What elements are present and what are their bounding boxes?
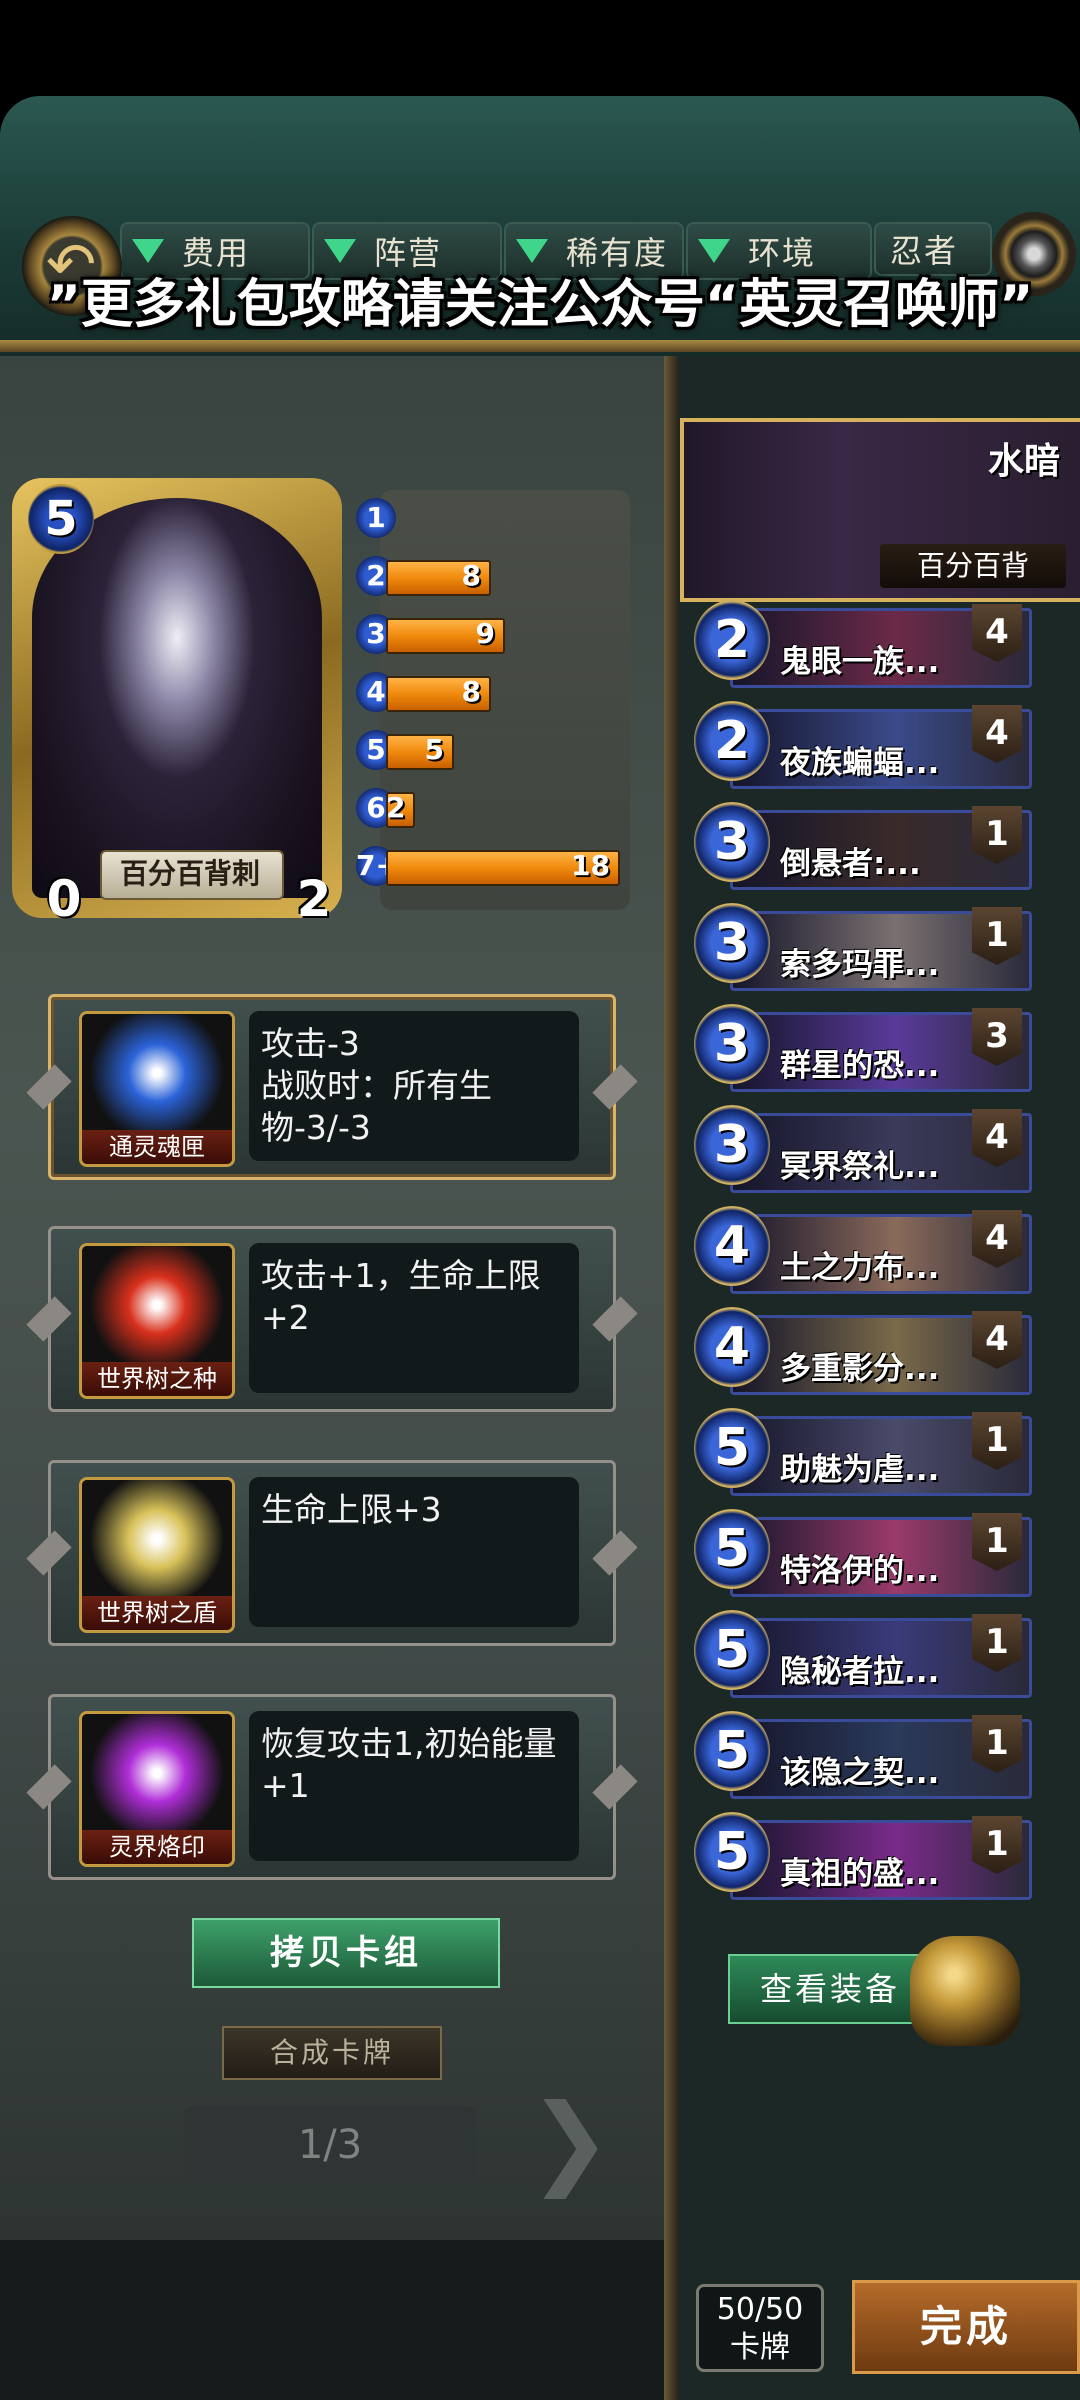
card-name: 夜族蝙蝠... — [780, 745, 940, 781]
card-name: 索多玛罪... — [780, 947, 940, 983]
card-cost-gem: 5 — [694, 1812, 770, 1892]
equipment-description: 攻击+1，生命上限+2 — [261, 1256, 541, 1337]
equipment-description: 恢复攻击1,初始能量+1 — [261, 1724, 557, 1805]
equipment-art — [82, 1014, 232, 1132]
page-indicator: 1/3 — [184, 2106, 476, 2184]
deck-card-row[interactable]: 2 鬼眼一族... 4 — [694, 600, 1034, 688]
card-cost-gem: 2 — [694, 701, 770, 781]
equipment-description: 生命上限+3 — [261, 1490, 442, 1529]
card-name: 群星的恐... — [780, 1048, 940, 1084]
deck-card-row[interactable]: 3 倒悬者:... 1 — [694, 802, 1034, 890]
equipment-description: 攻击-3 战败时：所有生物-3/-3 — [261, 1024, 492, 1147]
card-name: 该隐之契... — [780, 1755, 940, 1791]
curve-count: 5 — [424, 733, 444, 766]
copy-deck-button[interactable]: 拷贝卡组 — [192, 1918, 500, 1988]
card-cost-gem: 3 — [694, 1004, 770, 1084]
dropdown-triangle-icon — [698, 239, 730, 263]
card-name: 真祖的盛... — [780, 1856, 940, 1892]
equipment-slot[interactable]: 世界树之种 攻击+1，生命上限+2 — [26, 1226, 638, 1412]
dropdown-triangle-icon — [324, 239, 356, 263]
deck-hero-name: 水暗 — [987, 441, 1060, 482]
curve-cost-badge: 1 — [356, 498, 396, 538]
deck-count-value: 50/50 — [716, 2292, 804, 2327]
card-cost-gem: 3 — [694, 903, 770, 983]
card-cost-gem: 3 — [694, 802, 770, 882]
equipment-name: 灵界烙印 — [82, 1830, 232, 1864]
deck-card-row[interactable]: 3 群星的恐... 3 — [694, 1004, 1034, 1092]
deck-count-box: 50/50 卡牌 — [696, 2284, 824, 2372]
next-page-arrow-icon[interactable]: ❯ — [520, 2086, 620, 2196]
top-bar-rim — [0, 340, 1080, 352]
equipment-name: 世界树之种 — [82, 1362, 232, 1396]
card-name: 隐秘者拉... — [780, 1654, 940, 1690]
card-name: 土之力布... — [780, 1250, 940, 1286]
equipment-art — [82, 1714, 232, 1832]
card-name: 冥界祭礼... — [780, 1149, 940, 1185]
card-cost-gem: 5 — [694, 1509, 770, 1589]
done-button[interactable]: 完成 — [852, 2280, 1080, 2374]
card-cost-gem: 5 — [694, 1408, 770, 1488]
deck-card-row[interactable]: 5 特洛伊的... 1 — [694, 1509, 1034, 1597]
deck-card-row[interactable]: 5 真祖的盛... 1 — [694, 1812, 1034, 1900]
bottom-bar-left — [0, 2240, 664, 2400]
deck-card-row[interactable]: 5 该隐之契... 1 — [694, 1711, 1034, 1799]
helmet-icon — [910, 1936, 1020, 2046]
equipment-art — [82, 1480, 232, 1598]
dropdown-triangle-icon — [516, 239, 548, 263]
card-cost-gem: 2 — [694, 600, 770, 680]
curve-count: 18 — [571, 849, 610, 882]
card-cost-gem: 5 — [694, 1711, 770, 1791]
watermark-banner: ”更多礼包攻略请关注公众号“英灵召唤师” — [46, 275, 1034, 335]
card-name: 鬼眼一族... — [780, 644, 940, 680]
card-cost-gem: 3 — [694, 1105, 770, 1185]
deck-hero-subtitle: 百分百背 — [880, 544, 1066, 588]
card-cost-gem: 4 — [694, 1206, 770, 1286]
curve-count: 8 — [461, 675, 481, 708]
curve-count: 8 — [461, 559, 481, 592]
deck-card-row[interactable]: 4 土之力布... 4 — [694, 1206, 1034, 1294]
equipment-slot[interactable]: 世界树之盾 生命上限+3 — [26, 1460, 638, 1646]
equipment-name: 通灵魂匣 — [82, 1130, 232, 1164]
card-name: 多重影分... — [780, 1351, 940, 1387]
card-name: 倒悬者:... — [780, 846, 921, 882]
card-cost-gem: 4 — [694, 1307, 770, 1387]
panel-divider — [664, 340, 678, 2400]
equipment-icon: 灵界烙印 — [79, 1711, 235, 1867]
synthesize-card-button[interactable]: 合成卡牌 — [222, 2026, 442, 2080]
deck-card-row[interactable]: 3 索多玛罪... 1 — [694, 903, 1034, 991]
equipment-name: 世界树之盾 — [82, 1596, 232, 1630]
equipment-icon: 世界树之种 — [79, 1243, 235, 1399]
equipment-icon: 世界树之盾 — [79, 1477, 235, 1633]
deck-card-row[interactable]: 2 夜族蝙蝠... 4 — [694, 701, 1034, 789]
hero-cost-gem: 5 — [28, 484, 94, 554]
deck-card-row[interactable]: 4 多重影分... 4 — [694, 1307, 1034, 1395]
card-name: 特洛伊的... — [780, 1553, 940, 1589]
curve-count: 9 — [475, 617, 495, 650]
hero-attack: 0 — [46, 870, 82, 928]
deck-count-label: 卡牌 — [730, 2330, 790, 2365]
view-equipment-button[interactable]: 查看装备 — [728, 1954, 932, 2024]
card-cost-gem: 5 — [694, 1610, 770, 1690]
hero-name: 百分百背刺 — [119, 857, 260, 890]
deck-card-row[interactable]: 3 冥界祭礼... 4 — [694, 1105, 1034, 1193]
hero-portrait — [32, 498, 322, 898]
equipment-slot[interactable]: 通灵魂匣 攻击-3 战败时：所有生物-3/-3 — [26, 994, 638, 1180]
hero-health: 2 — [296, 870, 332, 928]
deck-card-row[interactable]: 5 助魅为虐... 1 — [694, 1408, 1034, 1496]
curve-count: 2 — [386, 791, 406, 824]
card-name: 助魅为虐... — [780, 1452, 940, 1488]
dropdown-triangle-icon — [132, 239, 164, 263]
equipment-slot[interactable]: 灵界烙印 恢复攻击1,初始能量+1 — [26, 1694, 638, 1880]
equipment-icon: 通灵魂匣 — [79, 1011, 235, 1167]
equipment-art — [82, 1246, 232, 1364]
deck-card-row[interactable]: 5 隐秘者拉... 1 — [694, 1610, 1034, 1698]
